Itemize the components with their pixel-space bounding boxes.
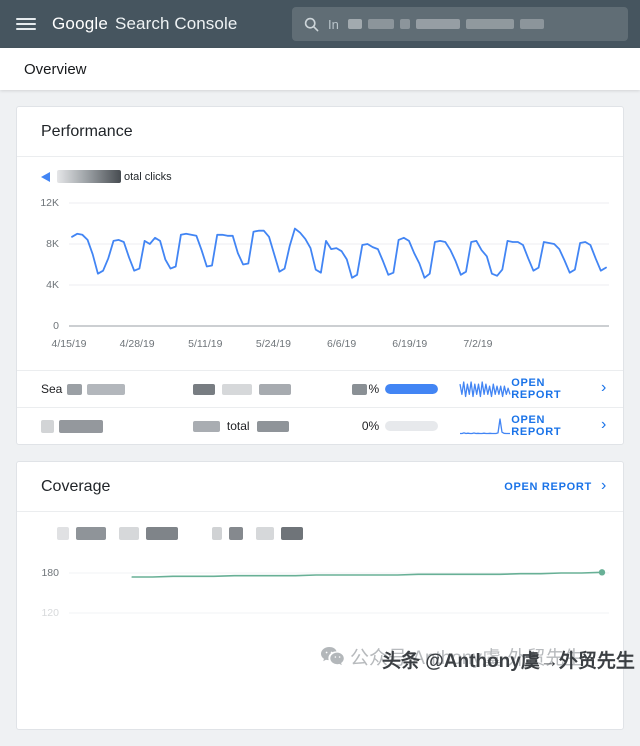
sparkline-search xyxy=(459,379,511,399)
y-tick-label: 0 xyxy=(53,320,59,332)
sparkline-discover xyxy=(459,416,511,436)
x-tick-label: 7/2/19 xyxy=(463,338,492,350)
x-tick-label: 6/6/19 xyxy=(327,338,356,350)
x-axis-labels: 4/15/194/28/195/11/195/24/196/6/196/19/1… xyxy=(69,338,609,354)
redacted-text xyxy=(57,527,178,540)
row-label xyxy=(41,420,193,433)
app-header: Google Search Console In xyxy=(0,0,640,48)
coverage-card: Coverage OPEN REPORT › 180 120 xyxy=(16,461,624,730)
coverage-card-header: Coverage OPEN REPORT › xyxy=(17,462,623,512)
row-percent: 0% xyxy=(331,419,379,433)
open-report-link[interactable]: OPEN REPORT › xyxy=(511,377,607,401)
row-middle: total xyxy=(193,419,331,433)
redacted-text xyxy=(59,420,103,433)
redacted-text xyxy=(257,421,289,432)
y-axis-labels: 12K 8K 4K 0 xyxy=(33,198,65,330)
percent-text: 0% xyxy=(362,419,379,433)
redacted-text xyxy=(67,384,82,395)
y-tick-label: 180 xyxy=(41,567,59,579)
open-report-label: OPEN REPORT xyxy=(511,377,592,401)
y-tick-label: 12K xyxy=(40,197,59,209)
open-report-link[interactable]: OPEN REPORT › xyxy=(504,481,607,493)
x-tick-label: 4/15/19 xyxy=(51,338,86,350)
x-tick-label: 4/28/19 xyxy=(120,338,155,350)
row-percent: % xyxy=(331,382,379,396)
y-tick-label: 120 xyxy=(41,607,59,619)
legend-marker-icon xyxy=(41,172,50,182)
redacted-text xyxy=(212,527,303,540)
y-axis-labels: 180 120 xyxy=(33,555,65,695)
performance-legend: otal clicks xyxy=(17,157,623,192)
row-label-text: Sea xyxy=(41,382,62,396)
performance-row-discover: total 0% OPEN REPORT › xyxy=(17,407,623,444)
menu-icon[interactable] xyxy=(16,18,36,30)
legend-label: otal clicks xyxy=(124,171,172,183)
open-report-link[interactable]: OPEN REPORT › xyxy=(511,414,607,438)
redacted-text xyxy=(222,384,252,395)
url-inspection-search[interactable]: In xyxy=(292,7,628,41)
row-middle-text: total xyxy=(227,419,250,433)
performance-chart: 12K 8K 4K 0 4/15/19 4/28/19 5/11/19 5/24/19 6/6… xyxy=(33,192,607,364)
progress-bar xyxy=(385,421,438,431)
search-input-text: In xyxy=(328,17,339,32)
redacted-text xyxy=(352,384,367,395)
row-middle xyxy=(193,384,331,395)
coverage-title: Coverage xyxy=(41,478,110,496)
y-tick-label: 4K xyxy=(46,279,59,291)
chevron-right-icon: › xyxy=(601,420,607,430)
brand-google: Google xyxy=(52,14,108,34)
y-tick-label: 8K xyxy=(46,238,59,250)
open-report-label: OPEN REPORT xyxy=(504,481,592,493)
x-tick-label: 5/11/19 xyxy=(188,338,222,350)
redacted-text xyxy=(87,384,125,395)
open-report-label: OPEN REPORT xyxy=(511,414,592,438)
x-tick-label: 6/19/19 xyxy=(392,338,427,350)
redacted-text xyxy=(259,384,291,395)
redacted-text xyxy=(57,170,121,183)
page-title: Overview xyxy=(24,61,87,78)
progress-fill xyxy=(385,384,438,394)
redacted-text xyxy=(41,420,54,433)
app-logo: Google Search Console xyxy=(52,14,237,34)
progress-bar xyxy=(385,384,438,394)
row-label: Sea xyxy=(41,382,193,396)
redacted-text xyxy=(193,421,220,432)
performance-card: Performance otal clicks 12K 8K 4K 0 4/15/19… xyxy=(16,106,624,445)
performance-title: Performance xyxy=(41,123,133,141)
performance-row-search: Sea % OPEN REPORT › xyxy=(17,370,623,407)
performance-card-header: Performance xyxy=(17,107,623,157)
percent-text: % xyxy=(369,382,380,396)
redacted-text xyxy=(193,384,215,395)
redacted-text xyxy=(348,19,544,29)
chevron-right-icon: › xyxy=(601,481,607,491)
main-content: Performance otal clicks 12K 8K 4K 0 4/15/19… xyxy=(0,90,640,746)
coverage-legend xyxy=(17,512,623,543)
brand-product: Search Console xyxy=(115,14,237,34)
coverage-chart: 180 120 xyxy=(33,549,607,729)
breadcrumb: Overview xyxy=(0,48,640,90)
performance-plot[interactable] xyxy=(69,198,609,330)
coverage-plot[interactable] xyxy=(69,555,609,695)
chevron-right-icon: › xyxy=(601,383,607,393)
x-tick-label: 5/24/19 xyxy=(256,338,291,350)
search-icon xyxy=(304,17,319,32)
